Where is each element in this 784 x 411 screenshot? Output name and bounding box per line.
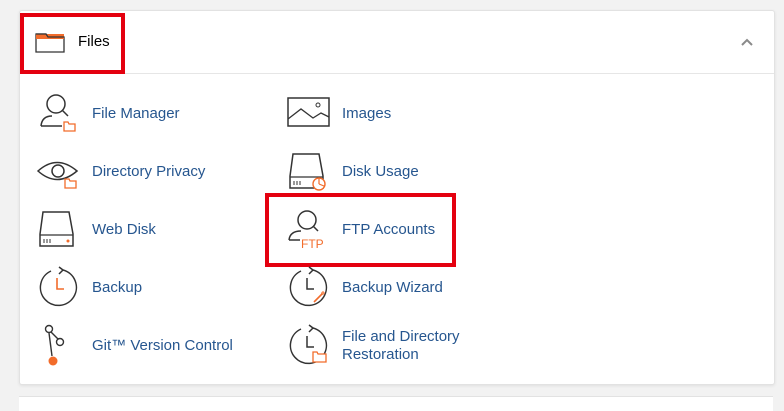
backup-wizard-label: Backup Wizard xyxy=(342,279,443,296)
ftp-accounts-icon: FTP xyxy=(288,210,324,251)
section-title: Files xyxy=(78,33,110,50)
images-icon xyxy=(287,97,330,127)
backup-link[interactable]: Backup xyxy=(37,266,217,312)
file-restoration-label-line1: File and Directory xyxy=(342,328,460,345)
git-version-control-link[interactable]: Git™ Version Control xyxy=(37,324,247,370)
git-version-control-label: Git™ Version Control xyxy=(92,337,233,354)
disk-usage-label: Disk Usage xyxy=(342,163,419,180)
backup-icon xyxy=(39,266,78,307)
files-section-header[interactable]: Files xyxy=(20,11,774,74)
file-restoration-label: File and Directory Restoration xyxy=(342,328,460,364)
images-link[interactable]: Images xyxy=(287,92,437,138)
next-section-strip xyxy=(19,396,773,411)
ftp-accounts-label: FTP Accounts xyxy=(342,221,436,238)
chevron-up-icon[interactable] xyxy=(740,37,754,47)
file-manager-link[interactable]: File Manager xyxy=(37,92,217,138)
web-disk-icon xyxy=(39,211,74,247)
file-restoration-icon xyxy=(289,324,328,365)
file-manager-label: File Manager xyxy=(92,105,180,122)
web-disk-label: Web Disk xyxy=(92,221,156,238)
git-version-control-icon xyxy=(44,324,65,366)
ftp-icon-text: FTP xyxy=(301,237,324,251)
backup-wizard-link[interactable]: Backup Wizard xyxy=(287,266,457,312)
directory-privacy-label: Directory Privacy xyxy=(92,163,206,180)
disk-usage-icon xyxy=(289,153,326,191)
folder-icon xyxy=(35,33,65,53)
disk-usage-link[interactable]: Disk Usage xyxy=(287,150,437,196)
directory-privacy-icon xyxy=(37,161,79,189)
web-disk-link[interactable]: Web Disk xyxy=(37,208,217,254)
file-manager-icon xyxy=(40,94,76,132)
images-label: Images xyxy=(342,105,392,122)
file-restoration-label-line2: Restoration xyxy=(342,346,419,363)
backup-label: Backup xyxy=(92,279,143,296)
backup-wizard-icon xyxy=(289,266,328,307)
file-restoration-link[interactable]: File and Directory Restoration xyxy=(287,324,477,370)
directory-privacy-link[interactable]: Directory Privacy xyxy=(37,150,237,196)
ftp-accounts-link[interactable]: FTP FTP Accounts xyxy=(287,208,447,254)
